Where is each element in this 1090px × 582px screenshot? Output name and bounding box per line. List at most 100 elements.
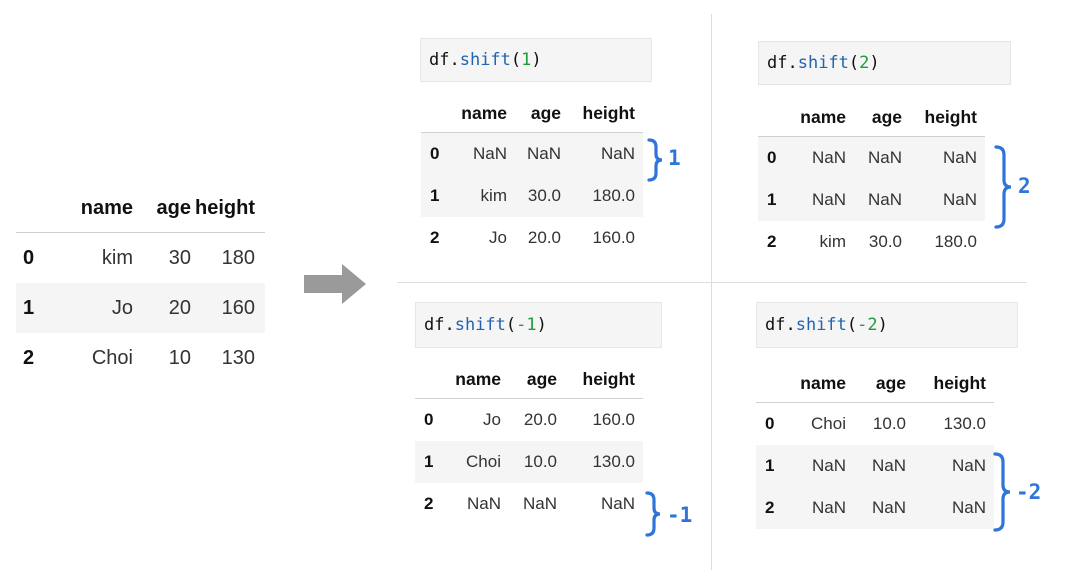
table-row: 1 Choi 10.0 130.0	[415, 441, 643, 483]
code-object: df.	[767, 53, 798, 73]
code-function: shift	[459, 50, 511, 70]
cell-name: Choi	[811, 414, 846, 433]
row-index: 1	[424, 452, 434, 471]
cell-height: NaN	[951, 498, 986, 517]
shift-amount-label: 1	[668, 146, 681, 170]
cell-name: NaN	[466, 494, 501, 513]
code-open-paren: (	[848, 53, 860, 73]
column-header-age: age	[846, 364, 906, 403]
code-argument: -2	[857, 315, 878, 335]
cell-age: 30.0	[527, 186, 561, 205]
table-row: 0 NaN NaN NaN	[758, 136, 985, 179]
cell-height: 130.0	[592, 452, 635, 471]
code-function: shift	[454, 315, 506, 335]
table-row: 2 Choi 10 130	[16, 333, 265, 383]
cell-name: NaN	[811, 498, 846, 517]
code-cell-shift-2: df.shift(2)	[758, 41, 1011, 85]
cell-age: 10.0	[872, 414, 906, 433]
code-close-paren: )	[869, 53, 880, 73]
row-index: 1	[430, 186, 440, 205]
column-header-name: name	[38, 184, 133, 233]
code-open-paren: (	[846, 315, 858, 335]
cell-age: NaN	[867, 190, 902, 209]
code-object: df.	[424, 315, 455, 335]
column-header-name: name	[443, 360, 501, 399]
column-header-age: age	[501, 360, 557, 399]
table-header-row: name age height	[756, 364, 994, 403]
table-row: 2 Jo 20.0 160.0	[421, 217, 643, 259]
cell-height: 180	[221, 246, 255, 269]
code-open-paren: (	[505, 315, 517, 335]
horizontal-divider	[397, 282, 1027, 283]
row-index: 2	[424, 494, 434, 513]
cell-height: NaN	[951, 456, 986, 475]
cell-name: NaN	[472, 144, 507, 163]
cell-name: Jo	[111, 296, 133, 319]
code-cell-shift-minus-2: df.shift(-2)	[756, 302, 1018, 348]
cell-name: Choi	[91, 346, 133, 369]
row-index: 0	[23, 246, 35, 269]
cell-height: 160	[221, 296, 255, 319]
cell-name: kim	[480, 186, 507, 205]
row-index: 2	[767, 232, 777, 251]
code-close-paren: )	[531, 50, 542, 70]
shift-minus-1-dataframe-table: name age height 0 Jo 20.0 160.0 1 Choi 1…	[415, 360, 643, 525]
index-header	[758, 98, 786, 137]
index-header	[415, 360, 443, 399]
code-cell-shift-minus-1: df.shift(-1)	[415, 302, 662, 348]
cell-age: 20	[168, 296, 191, 319]
row-index: 1	[767, 190, 777, 209]
column-header-age: age	[507, 94, 561, 133]
cell-height: NaN	[600, 144, 635, 163]
code-close-paren: )	[536, 315, 547, 335]
cell-age: NaN	[871, 498, 906, 517]
shift-amount-label: -1	[667, 503, 693, 527]
cell-age: NaN	[871, 456, 906, 475]
cell-height: 130.0	[943, 414, 986, 433]
cell-name: NaN	[811, 456, 846, 475]
table-row: 1 kim 30.0 180.0	[421, 175, 643, 217]
column-header-name: name	[784, 364, 846, 403]
shift-amount-label: -2	[1016, 480, 1042, 504]
code-close-paren: )	[877, 315, 888, 335]
table-header-row: name age height	[421, 94, 643, 133]
index-header	[16, 184, 38, 233]
code-object: df.	[765, 315, 796, 335]
row-index: 0	[767, 148, 777, 167]
code-argument: 1	[521, 50, 532, 70]
cell-height: 130	[221, 346, 255, 369]
index-header	[421, 94, 447, 133]
column-header-height: height	[906, 364, 994, 403]
cell-name: kim	[101, 246, 133, 269]
cell-name: NaN	[811, 148, 846, 167]
table-row: 0 Choi 10.0 130.0	[756, 403, 994, 446]
cell-age: 10.0	[523, 452, 557, 471]
row-index: 2	[430, 228, 440, 247]
table-row: 1 NaN NaN NaN	[758, 179, 985, 221]
cell-height: NaN	[942, 190, 977, 209]
cell-name: NaN	[811, 190, 846, 209]
brace-icon	[646, 137, 666, 188]
row-index: 2	[23, 346, 35, 369]
table-row: 2 kim 30.0 180.0	[758, 221, 985, 263]
column-header-name: name	[786, 98, 846, 137]
row-index: 0	[424, 410, 434, 429]
column-header-height: height	[561, 94, 643, 133]
table-row: 0 NaN NaN NaN	[421, 132, 643, 175]
cell-name: Jo	[489, 228, 507, 247]
shift-amount-label: 2	[1018, 174, 1031, 198]
table-header-row: name age height	[415, 360, 643, 399]
table-header-row: name age height	[16, 184, 265, 233]
cell-age: 20.0	[527, 228, 561, 247]
row-index: 1	[23, 296, 35, 319]
cell-age: 30.0	[868, 232, 902, 251]
table-row: 2 NaN NaN NaN	[415, 483, 643, 525]
cell-name: Jo	[483, 410, 501, 429]
cell-height: 160.0	[592, 228, 635, 247]
code-argument: 2	[859, 53, 870, 73]
cell-name: kim	[819, 232, 846, 251]
column-header-height: height	[557, 360, 643, 399]
row-index: 2	[765, 498, 775, 517]
column-header-age: age	[133, 184, 191, 233]
cell-height: 160.0	[592, 410, 635, 429]
